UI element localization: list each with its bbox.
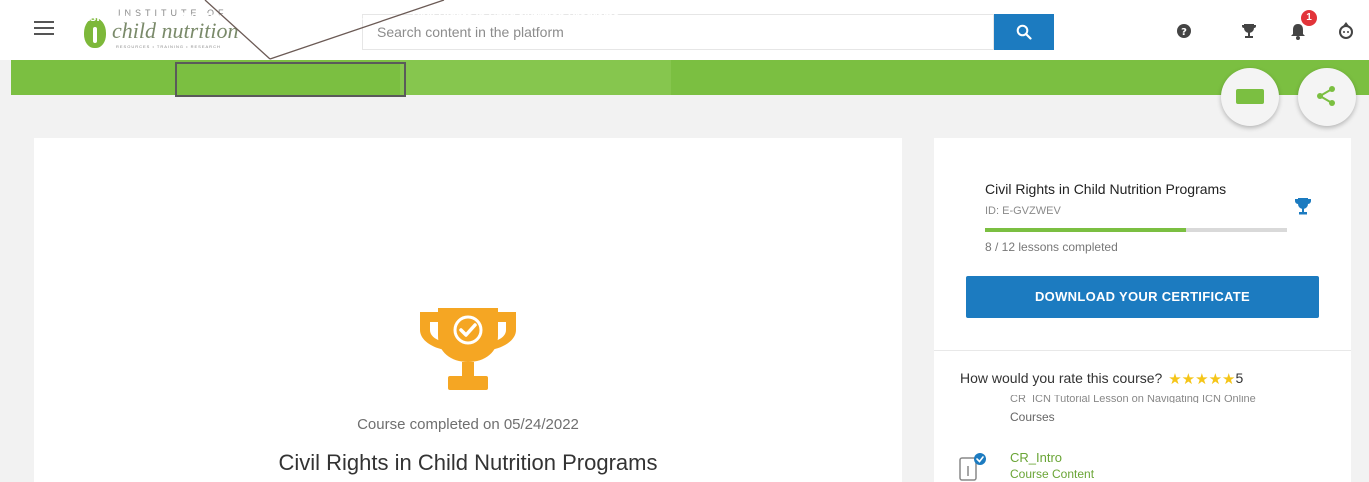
lessons-completed-text: 8 / 12 lessons completed — [985, 240, 1118, 254]
rating-stars: ★★★★★ — [1168, 370, 1235, 388]
logo-sub-text: RESOURCES • TRAINING • RESEARCH — [116, 44, 221, 49]
completed-trophy-icon — [420, 308, 516, 390]
breadcrumb-current-highlight — [400, 60, 671, 95]
rating-star-1[interactable]: ★ — [1168, 371, 1181, 388]
rating-star-5[interactable]: ★ — [1222, 371, 1235, 388]
progress-toggle-button[interactable] — [1221, 68, 1279, 126]
course-trophy-icon — [1295, 198, 1311, 215]
panel-icon — [1236, 89, 1264, 104]
panel-divider — [934, 350, 1351, 351]
breadcrumb-item-dashboard[interactable]: iLearn Dashboard — [35, 0, 137, 35]
content-item-title[interactable]: CR_Intro — [1010, 450, 1062, 465]
clipped-content-item-title: CR_ICN Tutorial Lesson on Navigating ICN… — [1010, 395, 1256, 403]
summary-course-id: ID: E-GVZWEV — [985, 205, 1061, 217]
completion-date-text: Course completed on 05/24/2022 — [357, 416, 579, 433]
course-rating-row: How would you rate this course? ★★★★★ 5 — [960, 370, 1243, 388]
annotation-highlight-box — [175, 62, 406, 97]
breadcrumb-separator: › — [389, 10, 394, 25]
rating-star-4[interactable]: ★ — [1209, 371, 1222, 388]
rating-value: 5 — [1235, 370, 1244, 386]
breadcrumb-item-current-course: Civil Rights in Child Nutrition Programs — [412, 11, 620, 23]
user-avatar-icon[interactable] — [1336, 20, 1356, 40]
course-title-heading: Civil Rights in Child Nutrition Programs — [278, 450, 658, 475]
rating-question: How would you rate this course? — [960, 370, 1163, 386]
clipped-content-item-subtitle: Courses — [1010, 410, 1055, 424]
share-icon — [1317, 86, 1335, 106]
trophy-icon[interactable] — [1239, 20, 1259, 40]
search-icon — [1016, 24, 1032, 40]
rating-star-2[interactable]: ★ — [1182, 371, 1195, 388]
breadcrumb-separator: › — [158, 10, 163, 25]
lesson-progress-bar — [985, 228, 1287, 232]
share-button[interactable] — [1298, 68, 1356, 126]
summary-course-title: Civil Rights in Child Nutrition Programs — [985, 181, 1227, 197]
breadcrumb-item-my-courses[interactable]: My Courses and Learning Plans — [181, 0, 363, 35]
download-certificate-button[interactable]: DOWNLOAD YOUR CERTIFICATE — [966, 276, 1319, 318]
rating-star-3[interactable]: ★ — [1195, 371, 1208, 388]
help-icon[interactable]: ? — [1174, 20, 1194, 40]
search-button[interactable] — [994, 14, 1054, 50]
content-item-type: Course Content — [1010, 467, 1095, 481]
content-completed-icon — [959, 453, 986, 481]
notification-badge: 1 — [1301, 10, 1317, 26]
lesson-progress-fill — [985, 228, 1187, 232]
svg-text:?: ? — [1181, 27, 1187, 38]
